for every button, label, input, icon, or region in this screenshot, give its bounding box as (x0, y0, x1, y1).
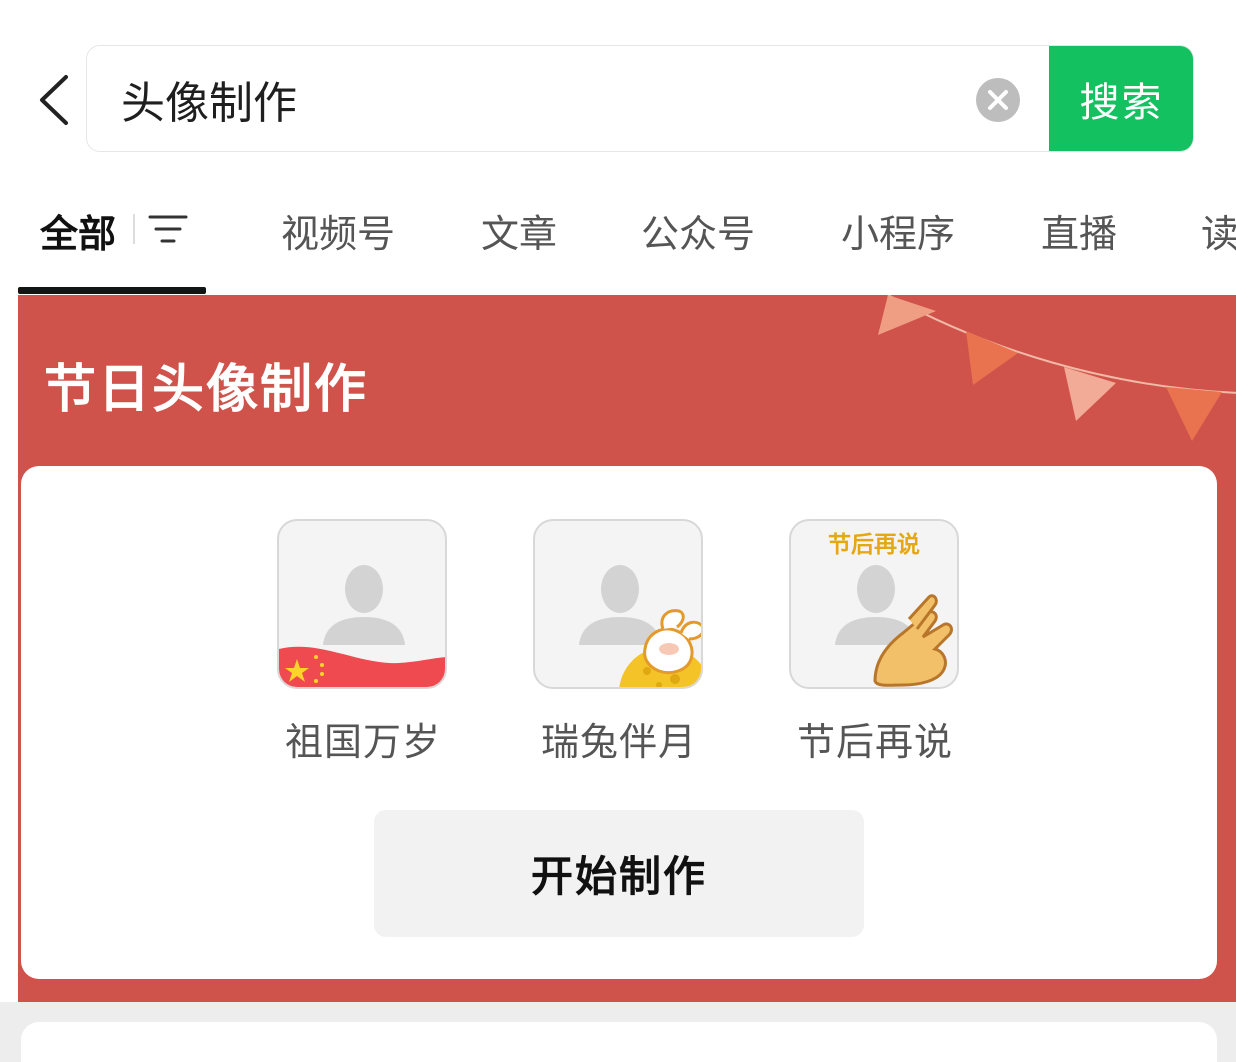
tab-read[interactable]: 读 (1201, 200, 1236, 260)
avatar-label: 祖国万岁 (284, 720, 441, 764)
avatar-frame: 节后再说 (789, 519, 959, 689)
back-button[interactable] (28, 70, 78, 130)
bunting-decoration (878, 295, 1236, 441)
avatar-option-after-holiday[interactable]: 节后再说 节后再说 (789, 519, 961, 766)
tab-mini-programs[interactable]: 小程序 (841, 200, 955, 260)
festival-avatar-banner: 节日头像制作 祖国万岁 瑞兔伴月 节后再说 节后再说 开始制作 (18, 295, 1236, 1002)
search-button[interactable]: 搜索 (1049, 46, 1193, 151)
next-result-card (21, 1022, 1217, 1062)
tab-divider (133, 214, 135, 244)
avatar-option-rabbit-moon[interactable]: 瑞兔伴月 (533, 519, 705, 766)
banner-title: 节日头像制作 (44, 360, 369, 420)
active-tab-indicator (18, 287, 206, 294)
china-flag-ribbon-icon (279, 646, 445, 687)
category-tabs: 全部 视频号 文章 公众号 小程序 直播 读 (0, 180, 1236, 295)
tab-channels[interactable]: 视频号 (281, 200, 395, 260)
clear-search-button[interactable] (976, 78, 1020, 122)
avatar-option-china-flag[interactable]: 祖国万岁 (277, 519, 449, 766)
clasped-hands-icon (873, 594, 953, 687)
next-result-section (0, 1002, 1236, 1062)
tab-official-accounts[interactable]: 公众号 (641, 200, 755, 260)
search-results-page: 搜索 全部 视频号 文章 公众号 小程序 直播 读 节日头像制作 (0, 0, 1236, 1062)
close-icon (988, 90, 1008, 110)
chevron-left-icon (40, 75, 68, 125)
rabbit-moon-icon (619, 609, 701, 687)
avatar-label: 节后再说 (796, 720, 953, 764)
start-making-button[interactable]: 开始制作 (374, 810, 864, 937)
tab-live[interactable]: 直播 (1041, 200, 1117, 260)
avatar-maker-card: 祖国万岁 瑞兔伴月 节后再说 节后再说 开始制作 (21, 466, 1217, 979)
filter-icon[interactable] (148, 212, 188, 246)
avatar-label: 瑞兔伴月 (540, 720, 697, 764)
avatar-frame (277, 519, 447, 689)
tab-articles[interactable]: 文章 (481, 200, 557, 260)
search-bar: 搜索 (86, 45, 1194, 152)
avatar-frame (533, 519, 703, 689)
tab-all[interactable]: 全部 (40, 200, 116, 260)
search-input[interactable] (121, 46, 951, 151)
